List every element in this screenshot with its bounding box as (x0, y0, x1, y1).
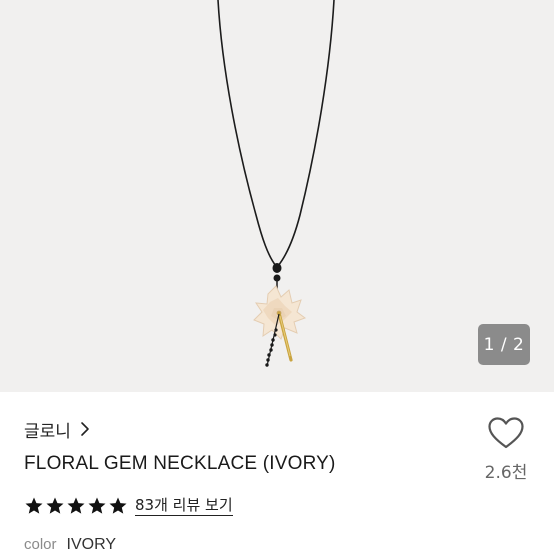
chevron-right-icon (81, 422, 89, 436)
product-page: 1 / 2 글로니 FLORAL GEM NECKLACE (IVORY) 83… (0, 0, 554, 554)
rating-row: 83개 리뷰 보기 (24, 494, 233, 518)
heart-outline-icon (488, 417, 524, 449)
view-reviews-link[interactable]: 83개 리뷰 보기 (135, 496, 233, 516)
star-filled-icon (109, 497, 127, 514)
star-filled-icon (67, 497, 85, 514)
color-option-row: color IVORY (24, 536, 116, 554)
product-title: FLORAL GEM NECKLACE (IVORY) (24, 453, 336, 474)
star-filled-icon (46, 497, 64, 514)
star-filled-icon (88, 497, 106, 514)
brand-name: 글로니 (24, 421, 71, 442)
image-pager-indicator: 1 / 2 (478, 324, 530, 365)
color-value: IVORY (66, 536, 117, 553)
like-button[interactable]: 2.6천 (482, 416, 530, 490)
brand-link[interactable]: 글로니 (24, 418, 91, 442)
product-image-gallery[interactable]: 1 / 2 (0, 0, 554, 392)
like-count: 2.6천 (484, 463, 528, 483)
color-label: color (24, 536, 57, 553)
product-photo-necklace (217, 0, 335, 367)
star-filled-icon (25, 497, 43, 514)
rating-stars (24, 496, 128, 516)
